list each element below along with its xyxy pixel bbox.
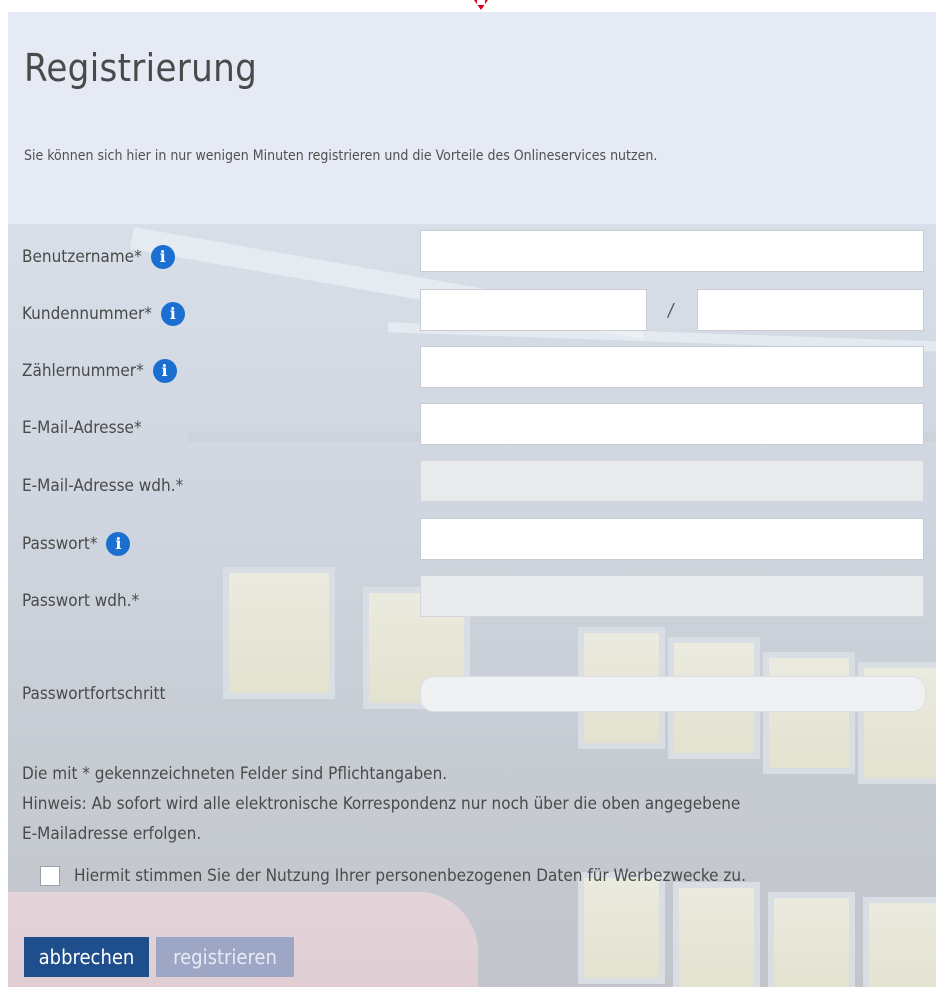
customer-number-input-1[interactable]	[420, 289, 647, 331]
consent-checkbox[interactable]	[40, 866, 60, 886]
password-progress-bar	[420, 676, 926, 712]
email-input[interactable]	[420, 403, 924, 445]
meter-number-label: Zählernummer* i	[22, 359, 177, 383]
info-icon[interactable]: i	[152, 359, 177, 383]
consent-row: Hiermit stimmen Sie der Nutzung Ihrer pe…	[40, 866, 746, 886]
email-hint-line-2: E-Mailadresse erfolgen.	[22, 824, 202, 844]
meter-number-input[interactable]	[420, 346, 924, 388]
info-icon[interactable]: i	[150, 245, 175, 269]
password-progress-label: Passwortfortschritt	[22, 684, 166, 704]
register-button[interactable]: registrieren	[156, 937, 294, 977]
page-title: Registrierung	[24, 46, 258, 90]
cancel-button[interactable]: abbrechen	[24, 937, 149, 977]
header-panel	[8, 12, 936, 224]
consent-label[interactable]: Hiermit stimmen Sie der Nutzung Ihrer pe…	[74, 866, 746, 886]
username-input[interactable]	[420, 230, 924, 272]
customer-number-input-2[interactable]	[697, 289, 924, 331]
email-hint-line-1: Hinweis: Ab sofort wird alle elektronisc…	[22, 794, 741, 814]
email-repeat-label: E-Mail-Adresse wdh.*	[22, 476, 184, 496]
password-input[interactable]	[420, 518, 924, 560]
required-hint: Die mit * gekennzeichneten Felder sind P…	[22, 764, 448, 784]
username-label: Benutzername* i	[22, 245, 175, 269]
password-label: Passwort* i	[22, 532, 131, 556]
info-icon[interactable]: i	[160, 302, 185, 326]
password-repeat-input	[420, 575, 924, 617]
email-label: E-Mail-Adresse*	[22, 418, 142, 438]
customer-number-separator: /	[668, 300, 674, 321]
info-icon[interactable]: i	[106, 532, 131, 556]
customer-number-label: Kundennummer* i	[22, 302, 185, 326]
page-subtitle: Sie können sich hier in nur wenigen Minu…	[24, 148, 658, 164]
email-repeat-input	[420, 460, 924, 502]
password-repeat-label: Passwort wdh.*	[22, 591, 140, 611]
